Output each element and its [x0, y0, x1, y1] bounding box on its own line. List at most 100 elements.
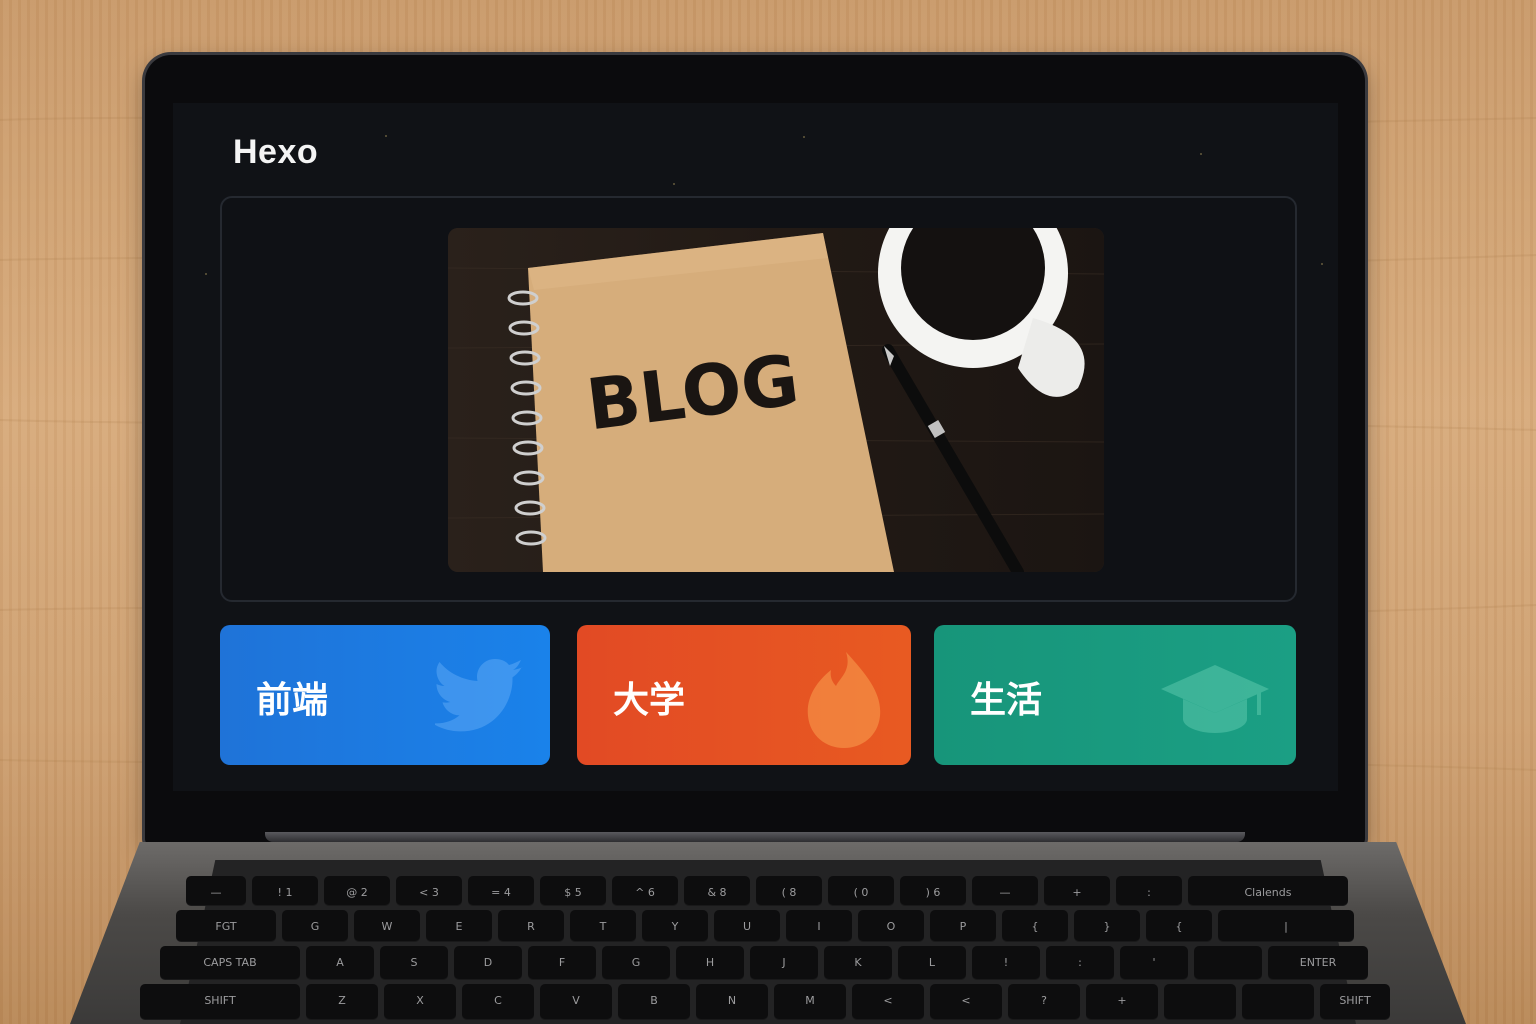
key-label: R	[527, 920, 535, 933]
key[interactable]: —	[972, 876, 1038, 906]
key[interactable]: :	[1116, 876, 1182, 906]
key[interactable]: $ 5	[540, 876, 606, 906]
key[interactable]: {	[1146, 910, 1212, 942]
key-label: CAPS TAB	[203, 956, 257, 969]
laptop-hinge	[265, 832, 1245, 842]
key[interactable]: Y	[642, 910, 708, 942]
key[interactable]: X	[384, 984, 456, 1020]
key[interactable]: CAPS TAB	[160, 946, 300, 980]
key[interactable]: !	[972, 946, 1040, 980]
key[interactable]: & 8	[684, 876, 750, 906]
key-label: B	[650, 994, 658, 1007]
key[interactable]: = 4	[468, 876, 534, 906]
category-card-frontend[interactable]: 前端	[220, 625, 550, 765]
key[interactable]: '	[1120, 946, 1188, 980]
key[interactable]: < 3	[396, 876, 462, 906]
key[interactable]: G	[282, 910, 348, 942]
key-label: K	[854, 956, 862, 969]
category-card-university[interactable]: 大学	[577, 625, 911, 765]
key[interactable]: J	[750, 946, 818, 980]
key[interactable]: ?	[1008, 984, 1080, 1020]
category-label: 大学	[613, 680, 686, 721]
key-label: ?	[1041, 994, 1047, 1007]
key[interactable]: R	[498, 910, 564, 942]
key[interactable]: K	[824, 946, 892, 980]
key[interactable]: T	[570, 910, 636, 942]
key[interactable]: }	[1074, 910, 1140, 942]
key-label: —	[999, 886, 1011, 899]
key[interactable]: :	[1046, 946, 1114, 980]
key-label: T	[599, 920, 607, 933]
key[interactable]: P	[930, 910, 996, 942]
key[interactable]: W	[354, 910, 420, 942]
key-label: {	[1031, 920, 1039, 933]
key-label: ENTER	[1299, 956, 1337, 969]
key[interactable]: ^ 6	[612, 876, 678, 906]
key[interactable]: L	[898, 946, 966, 980]
key-label: J	[782, 956, 786, 969]
key[interactable]: Clalends	[1188, 876, 1348, 906]
key[interactable]: M	[774, 984, 846, 1020]
category-cards: 前端 大学 生活	[220, 625, 1296, 765]
key[interactable]: ) 6	[900, 876, 966, 906]
key-label: Z	[338, 994, 346, 1007]
key[interactable]: @ 2	[324, 876, 390, 906]
key[interactable]: |	[1218, 910, 1354, 942]
key[interactable]	[1164, 984, 1236, 1020]
key[interactable]: S	[380, 946, 448, 980]
key[interactable]: ( 8	[756, 876, 822, 906]
key[interactable]: G	[602, 946, 670, 980]
key[interactable]	[1242, 984, 1314, 1020]
key[interactable]: D	[454, 946, 522, 980]
key[interactable]: N	[696, 984, 768, 1020]
key-label: N	[727, 994, 737, 1007]
key-label: ( 0	[853, 886, 869, 899]
key-label: <	[961, 994, 971, 1007]
key[interactable]: U	[714, 910, 780, 942]
browser-screen: Hexo BLOG 前端 大学 生活	[173, 103, 1338, 791]
key[interactable]: <	[930, 984, 1002, 1020]
star-dot	[1200, 153, 1202, 155]
key[interactable]: <	[852, 984, 924, 1020]
key[interactable]: V	[540, 984, 612, 1020]
key-label: D	[483, 956, 493, 969]
key-label: = 4	[491, 886, 511, 899]
key-label: U	[742, 920, 752, 933]
key[interactable]: FGT	[176, 910, 276, 942]
hero-banner: BLOG	[220, 196, 1297, 602]
key[interactable]: C	[462, 984, 534, 1020]
key[interactable]: I	[786, 910, 852, 942]
key-label: M	[805, 994, 815, 1007]
key[interactable]: —	[186, 876, 246, 906]
key-label: ) 6	[925, 886, 941, 899]
key[interactable]: Z	[306, 984, 378, 1020]
key[interactable]: E	[426, 910, 492, 942]
key[interactable]: +	[1086, 984, 1158, 1020]
key[interactable]: ENTER	[1268, 946, 1368, 980]
key-label: {	[1175, 920, 1183, 933]
site-title[interactable]: Hexo	[233, 133, 318, 172]
key[interactable]: ! 1	[252, 876, 318, 906]
key[interactable]: F	[528, 946, 596, 980]
key[interactable]: {	[1002, 910, 1068, 942]
key[interactable]: O	[858, 910, 924, 942]
key[interactable]: H	[676, 946, 744, 980]
key-label: S	[410, 956, 418, 969]
key-label: —	[210, 886, 222, 899]
key[interactable]: ( 0	[828, 876, 894, 906]
key[interactable]: +	[1044, 876, 1110, 906]
graduation-cap-icon	[1161, 665, 1269, 733]
key-label: A	[336, 956, 344, 969]
key-label: @ 2	[346, 886, 368, 899]
key-label: ^ 6	[635, 886, 655, 899]
star-dot	[673, 183, 675, 185]
key[interactable]: SHIFT	[140, 984, 300, 1020]
key[interactable]: A	[306, 946, 374, 980]
key-label: P	[959, 920, 967, 933]
key-label: E	[455, 920, 463, 933]
key[interactable]: SHIFT	[1320, 984, 1390, 1020]
key-label: I	[817, 920, 821, 933]
key[interactable]: B	[618, 984, 690, 1020]
category-card-life[interactable]: 生活	[934, 625, 1296, 765]
key[interactable]	[1194, 946, 1262, 980]
